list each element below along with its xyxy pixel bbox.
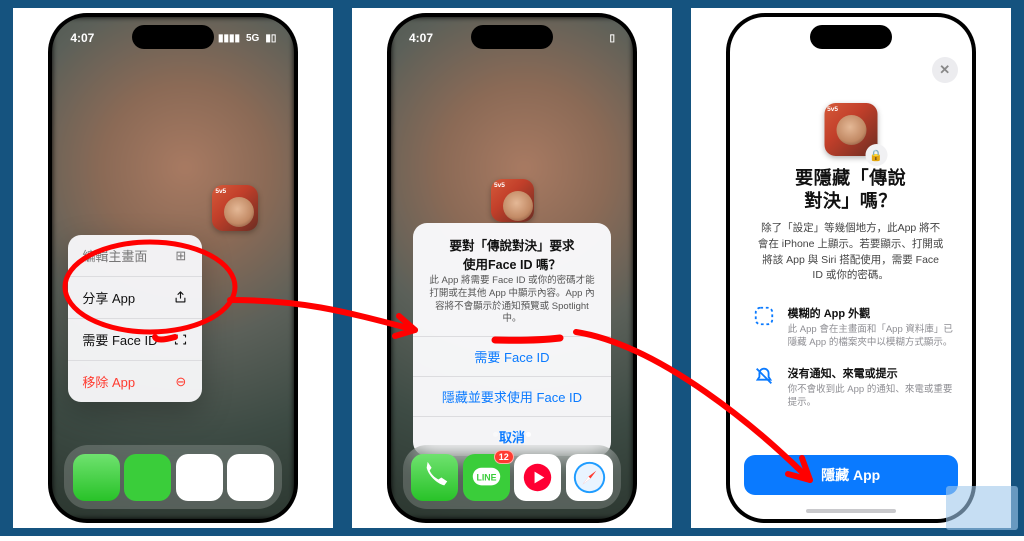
dock-line[interactable]: LINE12 <box>463 454 510 501</box>
menu-label: 需要 Face ID <box>82 330 157 349</box>
feature-title: 模糊的 App 外觀 <box>788 305 954 321</box>
phone-frame-2: 4:07 ▯ 5v5 要對「傳說對決」要求 使用Face ID 嗎？ 此 App… <box>388 14 636 522</box>
feature-title: 沒有通知、來電或提示 <box>788 365 954 381</box>
corner-watermark <box>946 486 1018 530</box>
dock-phone[interactable] <box>73 454 120 501</box>
share-icon <box>173 290 188 305</box>
close-icon: ✕ <box>939 62 950 78</box>
feature-desc: 你不會收到此 App 的通知、來電或重要提示。 <box>788 383 954 410</box>
dock-ytmusic[interactable] <box>176 454 223 501</box>
alert-title: 要對「傳說對決」要求 使用Face ID 嗎？ <box>413 223 611 275</box>
feature-no-notify: 沒有通知、來電或提示你不會收到此 App 的通知、來電或重要提示。 <box>752 365 954 410</box>
menu-item-share[interactable]: 分享 App <box>68 276 202 318</box>
battery-icon: ▯ <box>609 33 615 44</box>
feature-desc: 此 App 會在主畫面和「App 資料庫」已隱藏 App 的檔案夾中以模糊方式顯… <box>788 323 954 350</box>
remove-icon: ⊖ <box>173 374 188 389</box>
dock-safari[interactable] <box>566 454 613 501</box>
blurred-app-icon <box>752 305 776 350</box>
hide-app-sheet: ✕ 5v5 🔒 要隱藏「傳說 對決」嗎？ 除了「設定」等幾個地方，此App 將不… <box>730 17 972 519</box>
menu-item-faceid[interactable]: 需要 Face ID <box>68 318 202 360</box>
hide-app-button[interactable]: 隱藏 App <box>744 455 958 495</box>
dock <box>64 445 282 509</box>
home-indicator[interactable] <box>806 509 896 513</box>
edit-icon: ⊞ <box>173 248 188 263</box>
menu-label: 移除 App <box>82 372 135 391</box>
sheet-app-icon: 5v5 🔒 <box>824 103 877 156</box>
signal-icon: ▮▮▮▮ <box>218 33 240 44</box>
dynamic-island <box>132 25 214 49</box>
alert-button-hide-and-require[interactable]: 隱藏並要求使用 Face ID <box>413 376 611 416</box>
bell-slash-icon <box>752 365 776 410</box>
feature-blurred: 模糊的 App 外觀此 App 會在主畫面和「App 資料庫」已隱藏 App 的… <box>752 305 954 350</box>
status-time: 4:07 <box>70 31 94 45</box>
dock-ytmusic[interactable] <box>514 454 561 501</box>
phone-frame-1: 4:07 ▮▮▮▮ 5G ▮▯ 5v5 編輯主畫面 ⊞ 分享 App <box>49 14 297 522</box>
faceid-icon <box>173 332 188 347</box>
network-label: 5G <box>246 33 259 44</box>
dock-phone[interactable] <box>411 454 458 501</box>
status-time: 4:07 <box>409 31 433 45</box>
close-button[interactable]: ✕ <box>932 57 958 83</box>
dock-safari[interactable] <box>227 454 274 501</box>
menu-label: 編輯主畫面 <box>82 246 147 265</box>
line-badge: 12 <box>494 450 514 464</box>
app-icon-game[interactable]: 5v5 <box>212 185 258 231</box>
phone-frame-3: ✕ 5v5 🔒 要隱藏「傳說 對決」嗎？ 除了「設定」等幾個地方，此App 將不… <box>727 14 975 522</box>
dynamic-island <box>810 25 892 49</box>
lock-icon: 🔒 <box>865 144 887 166</box>
menu-item-remove[interactable]: 移除 App ⊖ <box>68 360 202 402</box>
page-dots <box>391 432 633 437</box>
dock-line[interactable] <box>124 454 171 501</box>
sheet-title: 要隱藏「傳說 對決」嗎？ <box>748 167 954 212</box>
context-menu: 編輯主畫面 ⊞ 分享 App 需要 Face ID <box>68 235 202 402</box>
alert-button-require-faceid[interactable]: 需要 Face ID <box>413 336 611 376</box>
svg-text:LINE: LINE <box>476 472 496 482</box>
menu-label: 分享 App <box>82 288 135 307</box>
app-icon-game[interactable]: 5v5 <box>491 179 534 222</box>
app-corner-tag: 5v5 <box>215 188 226 195</box>
dynamic-island <box>471 25 553 49</box>
sheet-subtitle: 除了「設定」等幾個地方，此App 將不會在 iPhone 上顯示。若要顯示、打開… <box>758 221 944 284</box>
battery-icon: ▮▯ <box>265 33 276 44</box>
faceid-alert: 要對「傳說對決」要求 使用Face ID 嗎？ 此 App 將需要 Face I… <box>413 223 611 456</box>
alert-body: 此 App 將需要 Face ID 或你的密碼才能打開或在其他 App 中顯示內… <box>413 275 611 336</box>
dock: LINE 12 <box>403 445 621 509</box>
menu-item-edit[interactable]: 編輯主畫面 ⊞ <box>68 235 202 276</box>
